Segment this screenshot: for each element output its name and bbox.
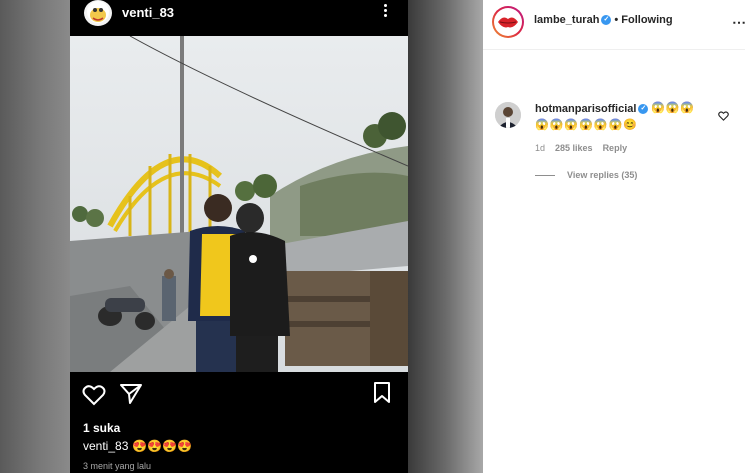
- account-username[interactable]: lambe_turah: [534, 14, 599, 26]
- view-replies-button[interactable]: View replies (35): [535, 170, 637, 180]
- post-time: 3 menit yang lalu: [83, 461, 152, 471]
- likes-count[interactable]: 1 suka: [83, 421, 120, 435]
- view-replies-label: View replies (35): [567, 170, 638, 180]
- replies-divider: [535, 174, 555, 176]
- post-actions: [70, 380, 408, 412]
- comment-text-line2: 😱😱😱😱😱😱😊: [535, 119, 638, 131]
- post-header-meta: lambe_turah ✓ • Following: [534, 14, 673, 26]
- story-header: venti_83: [70, 0, 408, 36]
- comment-meta: 1d 285 likes Reply: [535, 143, 637, 153]
- comment-age: 1d: [535, 143, 546, 153]
- heart-icon[interactable]: [82, 384, 106, 411]
- post-photo: [70, 36, 408, 372]
- story-avatar[interactable]: [84, 0, 112, 26]
- comment-author: hotmanparisofficial ✓: [535, 103, 649, 115]
- post-header: lambe_turah ✓ • Following ⋯: [483, 0, 745, 50]
- post-detail-panel: lambe_turah ✓ • Following ⋯ hotmanparisoffi…: [483, 0, 745, 473]
- lips-icon: [498, 17, 518, 28]
- caption-username[interactable]: venti_83: [83, 439, 128, 453]
- verified-icon: ✓: [601, 15, 612, 26]
- embedded-post: venti_83 1 suka venti_83 😍😍😍😍 3 menit ya…: [70, 0, 408, 473]
- caption-emojis: 😍😍😍😍: [132, 439, 193, 453]
- following-button[interactable]: Following: [621, 14, 672, 26]
- background-right: [408, 0, 483, 473]
- comment-likes[interactable]: 285 likes: [555, 143, 593, 153]
- comment-username[interactable]: hotmanparisofficial: [535, 103, 636, 115]
- story-username[interactable]: venti_83: [122, 5, 174, 20]
- comment-like-icon[interactable]: [718, 108, 729, 126]
- more-icon[interactable]: [378, 2, 392, 22]
- comment-text-line1: 😱😱😱: [651, 102, 696, 114]
- verified-icon: ✓: [638, 104, 649, 115]
- more-options-icon[interactable]: ⋯: [732, 14, 745, 31]
- send-icon[interactable]: [120, 384, 142, 409]
- separator-dot: •: [614, 14, 619, 26]
- bookmark-icon[interactable]: [373, 382, 391, 409]
- reply-button[interactable]: Reply: [603, 143, 628, 153]
- caption: venti_83 😍😍😍😍: [83, 439, 192, 453]
- comment-avatar[interactable]: [495, 102, 521, 128]
- account-avatar[interactable]: [492, 6, 524, 38]
- background-left: [0, 0, 70, 473]
